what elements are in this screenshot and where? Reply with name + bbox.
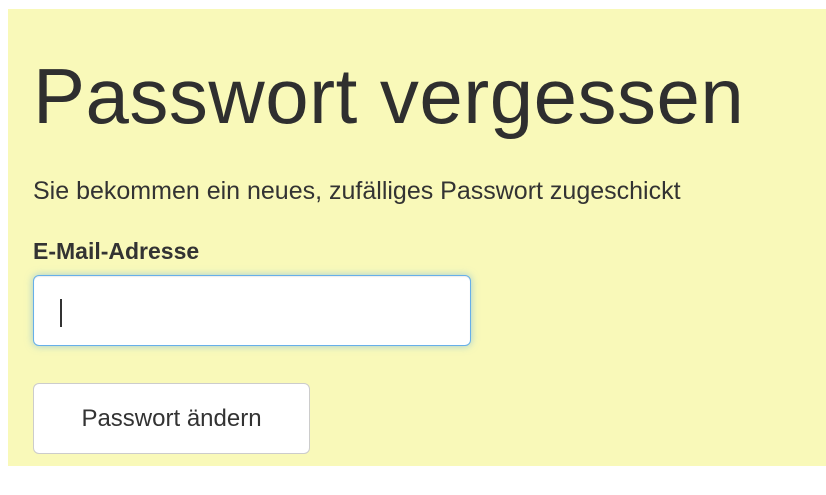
change-password-button[interactable]: Passwort ändern bbox=[33, 383, 310, 454]
forgot-password-panel: Passwort vergessen Sie bekommen ein neue… bbox=[8, 9, 826, 466]
page-subtitle: Sie bekommen ein neues, zufälliges Passw… bbox=[33, 177, 681, 205]
text-caret bbox=[60, 299, 62, 327]
email-label: E-Mail-Adresse bbox=[33, 238, 200, 264]
page-title: Passwort vergessen bbox=[33, 52, 745, 140]
email-field[interactable] bbox=[33, 275, 471, 346]
